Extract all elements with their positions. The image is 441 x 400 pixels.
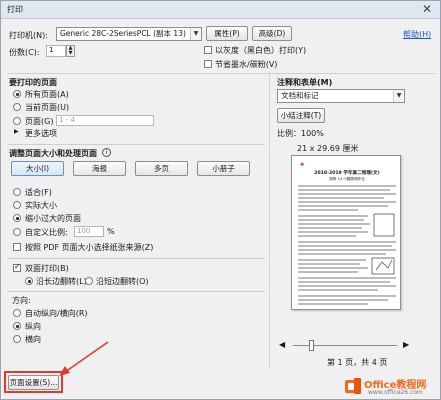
- printer-select-value: Generic 28C-2SeriesPCL (副本 13): [60, 29, 186, 38]
- duplex-checkbox[interactable]: [13, 262, 21, 272]
- properties-button[interactable]: 属性(P): [206, 26, 248, 41]
- all-pages-label: 所有页面(A): [25, 90, 69, 99]
- comments-select[interactable]: 文档和标记 ▼: [277, 89, 405, 103]
- title-bar: 打印 ✕: [1, 1, 440, 19]
- orientation-title: 方向:: [12, 296, 31, 305]
- close-icon[interactable]: ✕: [420, 2, 434, 16]
- divider: [7, 258, 265, 259]
- copies-value: 1: [49, 46, 54, 54]
- copies-input[interactable]: 1: [46, 45, 66, 57]
- printer-select[interactable]: Generic 28C-2SeriesPCL (副本 13) ▼: [56, 27, 202, 41]
- save-ink-label: 节省墨水/碳粉(V): [215, 60, 278, 69]
- long-edge-label: 沿长边翻转(L): [36, 277, 87, 286]
- preview-text-lines: [298, 185, 396, 305]
- copies-label: 份数(C):: [9, 48, 40, 57]
- current-page-label: 当前页面(U): [25, 103, 70, 112]
- info-icon[interactable]: i: [102, 148, 111, 157]
- fit-label: 适合(F): [25, 188, 52, 197]
- long-edge-radio[interactable]: [25, 277, 33, 285]
- chevron-down-icon: ▼: [393, 90, 404, 102]
- paper-source-label: 按照 PDF 页面大小选择纸张来源(Z): [25, 243, 154, 252]
- window-title: 打印: [7, 5, 23, 14]
- preview-doc-header: 2018-2019 学年高二物理(文): [314, 171, 380, 176]
- summarize-comments-button[interactable]: 小结注释(T): [277, 108, 325, 123]
- save-ink-checkbox[interactable]: [204, 60, 212, 68]
- red-arrow-icon: [59, 341, 109, 376]
- slider-thumb[interactable]: [309, 340, 314, 351]
- landscape-label: 横向: [25, 335, 41, 344]
- actual-size-radio[interactable]: [13, 201, 21, 209]
- copies-stepper[interactable]: ▲ ▼: [66, 45, 75, 57]
- percent-label: %: [107, 227, 115, 236]
- watermark-url: www.office26.com: [368, 389, 423, 396]
- divider: [7, 144, 265, 145]
- advanced-button[interactable]: 高级(D): [252, 26, 292, 41]
- page-range-input[interactable]: 1 - 4: [56, 115, 154, 126]
- office-logo-icon: [345, 378, 361, 394]
- scale-label: 比例：100%: [277, 129, 324, 138]
- page-range-label: 页面(G): [25, 117, 54, 126]
- office-watermark: Office教程网 www.office26.com: [344, 375, 440, 399]
- tab-poster[interactable]: 海报: [73, 161, 126, 176]
- page-range-radio[interactable]: [13, 117, 21, 125]
- landscape-radio[interactable]: [13, 335, 21, 343]
- preview-doc-subtitle: 周练 14 小题周测作业: [329, 177, 365, 181]
- chevron-left-icon[interactable]: ◀: [279, 340, 285, 349]
- short-edge-radio[interactable]: [85, 277, 93, 285]
- dimensions-label: 21 x 29.69 厘米: [297, 144, 359, 153]
- help-link[interactable]: 帮助(H): [403, 29, 431, 40]
- preview-page-slider[interactable]: ◀ ▶: [279, 339, 411, 352]
- portrait-label: 纵向: [25, 322, 41, 331]
- tab-booklet[interactable]: 小册子: [197, 161, 250, 176]
- portrait-radio[interactable]: [13, 322, 21, 330]
- divider: [7, 291, 265, 292]
- comments-section-title: 注释和表单(M): [277, 78, 333, 87]
- page-range-placeholder: 1 - 4: [59, 116, 75, 124]
- expand-triangle-icon[interactable]: ▶: [14, 128, 19, 135]
- shrink-label: 缩小过大的页面: [25, 214, 81, 223]
- page-setup-button[interactable]: 页面设置(S)...: [8, 375, 59, 390]
- paper-source-checkbox[interactable]: [13, 243, 21, 251]
- grayscale-label: 以灰度（黑白色）打印(Y): [215, 46, 307, 55]
- shrink-radio[interactable]: [13, 214, 21, 222]
- actual-size-label: 实际大小: [25, 201, 57, 210]
- short-edge-label: 沿短边翻转(O): [96, 277, 149, 286]
- divider: [7, 73, 435, 74]
- pages-section-title: 要打印的页面: [9, 78, 57, 87]
- column-divider: [269, 74, 270, 369]
- custom-scale-radio[interactable]: [13, 228, 21, 236]
- auto-orientation-label: 自动纵向/横向(R): [25, 309, 88, 318]
- auto-orientation-radio[interactable]: [13, 309, 21, 317]
- tab-multiple[interactable]: 多页: [135, 161, 188, 176]
- chevron-right-icon[interactable]: ▶: [403, 340, 409, 349]
- preview-logo-icon: ✺: [300, 162, 305, 168]
- custom-scale-input[interactable]: 100: [74, 226, 104, 237]
- printer-label: 打印机(N):: [9, 31, 48, 40]
- chevron-down-icon: ▼: [190, 28, 201, 40]
- fit-radio[interactable]: [13, 188, 21, 196]
- custom-scale-value: 100: [77, 227, 91, 235]
- all-pages-radio[interactable]: [13, 90, 21, 98]
- duplex-label: 双面打印(B): [25, 264, 69, 273]
- print-dialog: 打印 ✕ 打印机(N): Generic 28C-2SeriesPCL (副本 …: [0, 0, 441, 400]
- more-options-link[interactable]: 更多选项: [25, 128, 57, 139]
- current-page-radio[interactable]: [13, 103, 21, 111]
- sizing-section-title: 调整页面大小和处理页面: [9, 149, 97, 158]
- comments-select-value: 文档和标记: [281, 91, 319, 100]
- grayscale-checkbox[interactable]: [204, 46, 212, 54]
- page-status: 第 1 页，共 4 页: [327, 358, 388, 367]
- page-preview: ✺ 2018-2019 学年高二物理(文) 周练 14 小题周测作业: [291, 155, 401, 310]
- custom-scale-label: 自定义比例:: [25, 228, 68, 237]
- tab-size[interactable]: 大小(I): [11, 161, 64, 176]
